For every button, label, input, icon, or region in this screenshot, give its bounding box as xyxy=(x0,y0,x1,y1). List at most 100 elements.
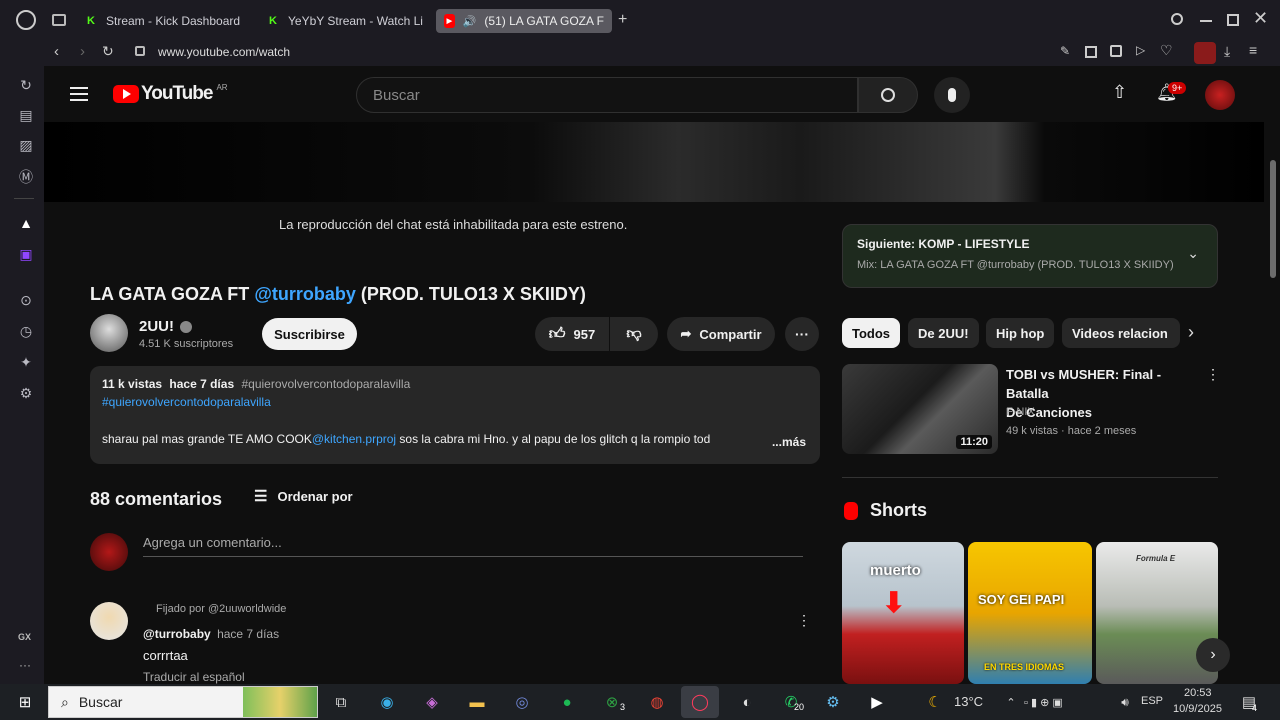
shopping-icon[interactable]: ▤ xyxy=(17,106,35,124)
close-icon[interactable]: ✕ xyxy=(1253,8,1268,29)
expand-chevron-icon[interactable]: ⌄ xyxy=(1187,245,1199,262)
reload-icon[interactable]: ↻ xyxy=(102,43,114,60)
recommended-menu-icon[interactable]: ⋮ xyxy=(1206,366,1220,383)
chips-next-chevron-icon[interactable]: › xyxy=(1188,322,1194,343)
share-button[interactable]: ➦ Compartir xyxy=(667,317,775,351)
spotify-icon[interactable]: ● xyxy=(556,692,578,712)
more-actions-button[interactable]: ··· xyxy=(785,317,819,351)
title-mention-link[interactable]: @turrobaby xyxy=(254,284,356,304)
hashtag-link[interactable]: #quierovolvercontodoparalavilla xyxy=(241,377,410,391)
add-comment-input[interactable]: Agrega un comentario... xyxy=(143,535,803,557)
description-box[interactable]: 11 k vistas hace 7 días #quierovolvercon… xyxy=(90,366,820,464)
shorts-next-button[interactable]: › xyxy=(1196,638,1230,672)
windows-start-icon[interactable]: ⊞ xyxy=(14,692,36,712)
player-sidebar-icon[interactable]: ⊙ xyxy=(17,291,35,309)
edge-icon[interactable]: ◉ xyxy=(376,692,398,712)
recommended-channel[interactable]: F-NIX xyxy=(1006,406,1035,418)
description-mention-link[interactable]: @kitchen.prproj xyxy=(312,432,396,446)
weather-moon-icon[interactable]: ☾ xyxy=(924,692,946,712)
show-more-link[interactable]: ...más xyxy=(772,435,806,449)
task-view-icon[interactable]: ⧉ xyxy=(330,692,352,712)
back-icon[interactable]: ‹ xyxy=(54,43,59,60)
account-avatar[interactable] xyxy=(1205,80,1235,110)
player-icon[interactable]: ▷ xyxy=(1136,43,1145,57)
input-language[interactable]: ESP xyxy=(1141,695,1163,707)
pin-icon[interactable]: ✎ xyxy=(1060,44,1070,58)
twitch-icon[interactable]: ▣ xyxy=(17,245,35,263)
search-tabs-icon[interactable] xyxy=(1171,13,1183,25)
speaker-icon[interactable]: 🔊 xyxy=(463,14,477,28)
recommended-title[interactable]: TOBI vs MUSHER: Final - Batalla De Canci… xyxy=(1006,365,1206,422)
settings-icon[interactable]: ⚙ xyxy=(17,384,35,402)
subscribe-button[interactable]: Suscribirse xyxy=(262,318,357,350)
short-card-1[interactable]: muerto ⬇ xyxy=(842,542,964,684)
snapshot-icon[interactable] xyxy=(1085,46,1097,58)
messenger-icon[interactable]: Ⓜ xyxy=(17,168,35,186)
gamepad-icon[interactable]: ▨ xyxy=(17,136,35,154)
channel-avatar[interactable] xyxy=(90,314,128,352)
volume-icon[interactable]: 🔊︎ xyxy=(1114,692,1136,712)
kick-icon: K xyxy=(269,15,277,27)
steam-icon[interactable]: ⚙ xyxy=(822,692,844,712)
maximize-icon[interactable] xyxy=(1227,14,1239,26)
dislike-button[interactable]: 👎︎ xyxy=(610,317,658,351)
translate-link[interactable]: Traducir al español xyxy=(143,670,245,684)
history-icon[interactable]: ◷ xyxy=(17,322,35,340)
recommended-thumbnail[interactable]: 11:20 xyxy=(842,364,998,454)
xbox-badge: 3 xyxy=(620,702,626,712)
kick-sidebar-icon[interactable]: ▲ xyxy=(17,214,35,232)
minimize-icon[interactable] xyxy=(1200,20,1212,22)
video-player[interactable] xyxy=(44,122,1264,202)
voice-search-button[interactable] xyxy=(934,77,970,113)
gx-label[interactable]: GX xyxy=(18,632,31,642)
hashtag-link[interactable]: #quierovolvercontodoparalavilla xyxy=(102,395,808,409)
download-icon[interactable]: ⤓ xyxy=(1224,43,1230,60)
url-field[interactable]: www.youtube.com/watch xyxy=(158,45,290,59)
chip-all[interactable]: Todos xyxy=(842,318,901,348)
sidebar-more-icon[interactable]: ··· xyxy=(19,658,31,672)
comment-author[interactable]: @turrobaby hace 7 días xyxy=(143,627,279,641)
short-card-2[interactable]: SOY GEI PAPI EN TRES IDIOMAS xyxy=(968,542,1092,684)
refresh-icon[interactable]: ↻ xyxy=(17,76,35,94)
adblock-icon[interactable] xyxy=(1110,45,1122,57)
easy-setup-icon[interactable]: ≡ xyxy=(1249,42,1257,58)
app-icon[interactable]: ◐ xyxy=(736,692,758,712)
up-next-panel[interactable]: Siguiente: KOMP - LIFESTYLE Mix: LA GATA… xyxy=(842,224,1218,288)
chip-hip-hop[interactable]: Hip hop xyxy=(986,318,1055,348)
new-tab-button[interactable]: + xyxy=(618,11,627,29)
copilot-icon[interactable]: ◈ xyxy=(421,692,443,712)
hamburger-menu-icon[interactable] xyxy=(70,87,88,101)
forward-icon[interactable]: › xyxy=(80,43,85,60)
search-button[interactable] xyxy=(858,77,918,113)
tab-kick-dashboard[interactable]: K Stream - Kick Dashboard xyxy=(84,9,254,33)
workspaces-icon[interactable] xyxy=(52,14,66,26)
sort-comments-button[interactable]: ☰ Ordenar por xyxy=(254,487,353,505)
chip-related-videos[interactable]: Videos relacion xyxy=(1062,318,1180,348)
opera-menu-icon[interactable] xyxy=(16,10,36,30)
tab-yeyby-stream[interactable]: K YeYbY Stream - Watch Li xyxy=(266,9,426,33)
favorites-heart-icon[interactable]: ♡ xyxy=(1160,42,1173,59)
tray-icons[interactable]: ▫ ▮ ⊕ ▣ xyxy=(1024,692,1110,712)
comment-menu-icon[interactable]: ⋮ xyxy=(797,612,811,629)
file-explorer-icon[interactable]: ▬ xyxy=(466,692,488,712)
profile-avatar-icon[interactable] xyxy=(1194,42,1216,64)
clock-time[interactable]: 20:53 xyxy=(1184,687,1212,699)
search-input[interactable]: Buscar xyxy=(356,77,858,113)
commenter-avatar[interactable] xyxy=(90,602,128,640)
create-upload-icon[interactable]: ⇧ xyxy=(1112,82,1127,103)
channel-name[interactable]: 2UU! xyxy=(139,318,193,335)
taskbar-search-box[interactable]: ⌕ Buscar xyxy=(48,686,318,718)
chrome-icon[interactable]: ◍ xyxy=(646,692,668,712)
tray-expand-icon[interactable]: ⌃ xyxy=(1000,692,1022,712)
discord-icon[interactable]: ◎ xyxy=(511,692,533,712)
page-scrollbar[interactable] xyxy=(1270,160,1276,278)
youtube-logo[interactable]: YouTube AR xyxy=(113,83,228,105)
media-player-icon[interactable]: ▶ xyxy=(866,692,888,712)
weather-temp[interactable]: 13°C xyxy=(954,694,983,709)
like-button[interactable]: 👍︎ 957 xyxy=(535,317,609,351)
extensions-icon[interactable]: ✦ xyxy=(17,353,35,371)
clock-date[interactable]: 10/9/2025 xyxy=(1173,703,1222,715)
chip-from-channel[interactable]: De 2UU! xyxy=(908,318,979,348)
opera-gx-taskbar-active[interactable]: ◯ xyxy=(681,686,719,718)
tab-youtube-active[interactable]: ▶ 🔊 (51) LA GATA GOZA F xyxy=(436,9,612,33)
